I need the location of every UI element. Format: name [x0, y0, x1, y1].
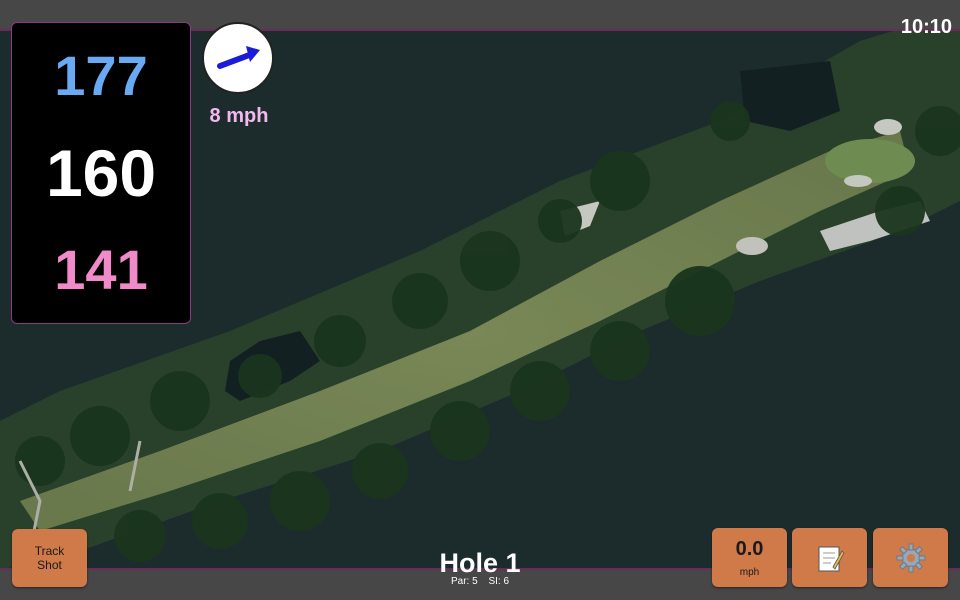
wind-indicator [202, 22, 274, 94]
hole-si: SI: 6 [488, 576, 510, 587]
distance-front: 141 [54, 238, 148, 301]
notepad-icon [818, 546, 844, 571]
wind-arrow-icon [217, 46, 260, 69]
gear-icon [896, 543, 925, 572]
track-shot-label: Track Shot [34, 544, 65, 572]
settings-button[interactable] [873, 528, 948, 587]
clock: 10:10 [900, 16, 952, 38]
wind-speed: 8 mph [209, 105, 269, 127]
speed-unit: mph [739, 566, 760, 578]
distance-back: 177 [54, 44, 148, 107]
speed-button[interactable]: 0.0 mph [712, 528, 787, 587]
distance-panel: 177 160 141 [11, 22, 191, 324]
notes-button[interactable] [792, 528, 867, 587]
hole-meta: Par: 5 SI: 6 [380, 576, 580, 587]
hole-title: Hole 1 [439, 548, 521, 578]
distance-middle: 160 [45, 136, 157, 210]
speed-value: 0.0 [735, 537, 764, 560]
track-shot-button[interactable]: Track Shot [12, 529, 87, 587]
hole-par: Par: 5 [450, 576, 478, 587]
